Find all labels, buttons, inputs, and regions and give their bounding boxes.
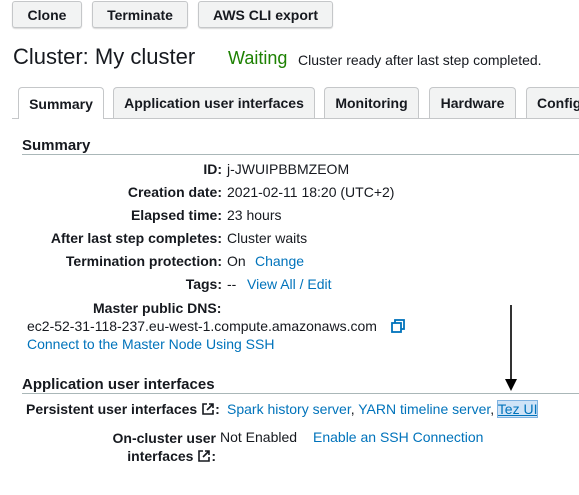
connect-ssh-link[interactable]: Connect to the Master Node Using SSH xyxy=(27,336,274,352)
spark-history-server-link[interactable]: Spark history server xyxy=(227,401,351,417)
tab-hardware[interactable]: Hardware xyxy=(429,87,516,118)
terminate-button[interactable]: Terminate xyxy=(92,1,188,28)
copy-icon[interactable] xyxy=(391,319,405,333)
tab-monitoring[interactable]: Monitoring xyxy=(324,87,419,118)
enable-ssh-connection-link[interactable]: Enable an SSH Connection xyxy=(313,429,483,445)
external-link-icon xyxy=(202,403,214,415)
on-cluster-ui-label-line1: On-cluster user xyxy=(112,430,216,446)
tags-view-edit-link[interactable]: View All / Edit xyxy=(247,276,332,292)
app-ui-divider xyxy=(22,393,579,394)
yarn-timeline-server-link[interactable]: YARN timeline server xyxy=(358,401,490,417)
app-ui-section-title: Application user interfaces xyxy=(22,376,215,393)
elapsed-time-value: 23 hours xyxy=(227,207,282,223)
id-label: ID: xyxy=(203,161,222,177)
tab-configurations[interactable]: Config xyxy=(526,87,579,118)
on-cluster-ui-label-line2: interfaces xyxy=(127,448,194,464)
on-cluster-ui-label: On-cluster user interfaces : xyxy=(112,430,216,464)
creation-date-label: Creation date: xyxy=(127,184,222,200)
id-value: j-JWUIPBBMZEOM xyxy=(227,161,350,177)
tags-value: -- xyxy=(227,276,237,292)
tab-summary[interactable]: Summary xyxy=(18,87,104,119)
master-dns-label: Master public DNS: xyxy=(93,300,222,316)
creation-date-value: 2021-02-11 18:20 (UTC+2) xyxy=(227,184,395,200)
summary-divider xyxy=(22,154,579,155)
persistent-ui-label: Persistent user interfaces : xyxy=(26,401,220,417)
termination-change-link[interactable]: Change xyxy=(255,253,304,269)
termination-protection-label: Termination protection: xyxy=(65,253,222,269)
tags-label: Tags: xyxy=(185,276,222,292)
elapsed-time-label: Elapsed time: xyxy=(130,207,222,223)
clone-button[interactable]: Clone xyxy=(12,1,82,28)
status-message: Cluster ready after last step completed. xyxy=(298,52,542,68)
tab-application-user-interfaces[interactable]: Application user interfaces xyxy=(113,87,315,118)
master-dns-value: ec2-52-31-118-237.eu-west-1.compute.amaz… xyxy=(27,318,377,334)
annotation-arrow-icon xyxy=(505,305,517,391)
page-title: Cluster: My cluster xyxy=(13,44,196,69)
after-last-step-label: After last step completes: xyxy=(50,230,222,246)
status-badge: Waiting xyxy=(228,48,288,68)
persistent-ui-links: Spark history server, YARN timeline serv… xyxy=(227,400,539,418)
summary-section-title: Summary xyxy=(22,137,91,154)
on-cluster-ui-value: Not Enabled xyxy=(220,429,298,445)
after-last-step-value: Cluster waits xyxy=(227,230,308,246)
tez-ui-link[interactable]: Tez UI xyxy=(496,400,539,418)
aws-cli-export-button[interactable]: AWS CLI export xyxy=(198,1,333,28)
persistent-ui-label-text: Persistent user interfaces xyxy=(26,401,198,417)
termination-protection-value: On xyxy=(227,253,246,269)
external-link-icon xyxy=(198,450,211,462)
